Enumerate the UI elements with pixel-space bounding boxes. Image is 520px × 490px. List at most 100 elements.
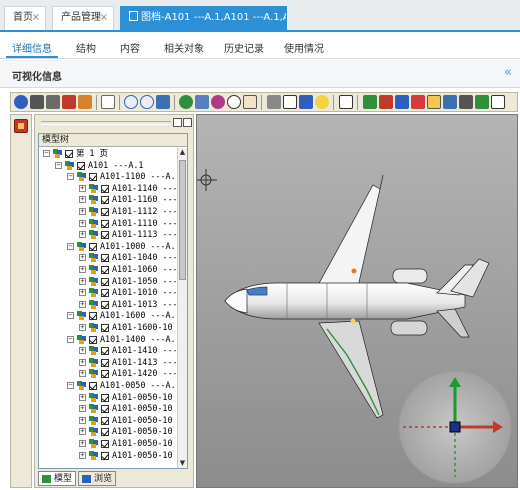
- visibility-checkbox[interactable]: [101, 405, 109, 414]
- measure-icon[interactable]: [267, 95, 281, 109]
- tab-product-management[interactable]: 产品管理 ×: [52, 6, 114, 30]
- rotate-icon[interactable]: [227, 95, 241, 109]
- properties-icon[interactable]: [78, 95, 92, 109]
- fit-icon[interactable]: [156, 95, 170, 109]
- visibility-checkbox[interactable]: [101, 196, 109, 205]
- tab-model[interactable]: 模型: [38, 471, 76, 486]
- visibility-checkbox[interactable]: [101, 440, 109, 448]
- subtab-usage[interactable]: 使用情况: [284, 40, 324, 55]
- visibility-checkbox[interactable]: [65, 150, 73, 158]
- visibility-checkbox[interactable]: [89, 173, 97, 182]
- subtab-structure[interactable]: 结构: [76, 40, 96, 55]
- collapse-node-icon[interactable]: −: [67, 173, 74, 181]
- visibility-checkbox[interactable]: [101, 428, 109, 437]
- visibility-checkbox[interactable]: [101, 347, 109, 356]
- close-icon[interactable]: ×: [100, 7, 108, 29]
- expand-node-icon[interactable]: +: [79, 231, 86, 239]
- print-icon[interactable]: [46, 95, 60, 109]
- visibility-checkbox[interactable]: [101, 231, 109, 240]
- visibility-checkbox[interactable]: [101, 300, 109, 309]
- expand-node-icon[interactable]: +: [79, 184, 86, 192]
- visibility-checkbox[interactable]: [89, 335, 97, 344]
- scroll-down-icon[interactable]: ▼: [179, 459, 186, 468]
- render-mode-icon[interactable]: [299, 95, 313, 109]
- subtab-content[interactable]: 内容: [120, 40, 140, 55]
- panel-grip[interactable]: [41, 121, 171, 125]
- visibility-checkbox[interactable]: [101, 289, 109, 298]
- transform-icon[interactable]: [395, 95, 409, 109]
- select-arrow-icon[interactable]: [101, 95, 115, 109]
- visibility-checkbox[interactable]: [101, 370, 109, 379]
- zoom-window-icon[interactable]: [179, 95, 193, 109]
- expand-node-icon[interactable]: +: [79, 196, 86, 204]
- expand-node-icon[interactable]: +: [79, 289, 86, 297]
- visibility-checkbox[interactable]: [101, 324, 109, 332]
- visibility-checkbox[interactable]: [101, 184, 109, 193]
- expand-node-icon[interactable]: +: [79, 300, 86, 308]
- visibility-checkbox[interactable]: [101, 266, 109, 274]
- light-bulb-icon[interactable]: [315, 95, 329, 109]
- visibility-checkbox[interactable]: [101, 277, 109, 286]
- save-icon[interactable]: [30, 95, 44, 109]
- visibility-checkbox[interactable]: [101, 416, 109, 425]
- collapse-node-icon[interactable]: −: [43, 150, 50, 157]
- visibility-checkbox[interactable]: [101, 393, 109, 402]
- expand-node-icon[interactable]: +: [79, 416, 86, 424]
- close-icon[interactable]: ×: [32, 7, 40, 29]
- expand-node-icon[interactable]: +: [79, 347, 86, 355]
- visibility-checkbox[interactable]: [101, 254, 109, 263]
- zoom-out-icon[interactable]: [140, 95, 154, 109]
- pan-hand-icon[interactable]: [243, 95, 257, 109]
- subtab-details[interactable]: 详细信息: [12, 40, 52, 55]
- visibility-checkbox[interactable]: [89, 382, 97, 390]
- visibility-checkbox[interactable]: [77, 161, 85, 170]
- expand-node-icon[interactable]: +: [79, 440, 86, 447]
- expand-node-icon[interactable]: +: [79, 277, 86, 285]
- scroll-thumb[interactable]: [179, 160, 186, 280]
- collapse-node-icon[interactable]: −: [55, 161, 62, 169]
- expand-node-icon[interactable]: +: [79, 254, 86, 262]
- axis-gizmo[interactable]: [398, 370, 512, 484]
- 3d-viewport[interactable]: [196, 114, 518, 488]
- expand-node-icon[interactable]: +: [79, 208, 86, 215]
- tab-document-a101[interactable]: 图档-A101 ---A.1,A101 ---A.1,A.1: [120, 6, 287, 30]
- collapse-icon[interactable]: «: [504, 65, 512, 80]
- color-icon[interactable]: [411, 95, 425, 109]
- collapse-node-icon[interactable]: −: [67, 242, 74, 250]
- tree-scrollbar[interactable]: ▲ ▼: [177, 148, 187, 468]
- view-panel-icon[interactable]: [339, 95, 353, 109]
- reset-view-icon[interactable]: [491, 95, 505, 109]
- panel-close-icon[interactable]: [183, 118, 192, 127]
- align-icon[interactable]: [459, 95, 473, 109]
- visibility-checkbox[interactable]: [101, 451, 109, 460]
- zoom-in-icon[interactable]: [124, 95, 138, 109]
- visibility-checkbox[interactable]: [89, 312, 97, 321]
- collapse-node-icon[interactable]: −: [67, 335, 74, 343]
- collapse-node-icon[interactable]: −: [67, 312, 74, 320]
- model-tree-toggle-icon[interactable]: [14, 119, 28, 133]
- expand-node-icon[interactable]: +: [79, 324, 86, 331]
- tab-home[interactable]: 首页 ×: [4, 6, 46, 30]
- info-icon[interactable]: [14, 95, 28, 109]
- spin-icon[interactable]: [211, 95, 225, 109]
- animation-icon[interactable]: [443, 95, 457, 109]
- tab-browse[interactable]: 浏览: [78, 471, 116, 486]
- scroll-up-icon[interactable]: ▲: [179, 148, 186, 157]
- expand-node-icon[interactable]: +: [79, 428, 86, 436]
- section-cut-icon[interactable]: [379, 95, 393, 109]
- explode-icon[interactable]: [363, 95, 377, 109]
- bom-icon[interactable]: [427, 95, 441, 109]
- visibility-checkbox[interactable]: [89, 242, 97, 251]
- expand-node-icon[interactable]: +: [79, 266, 86, 273]
- axis-icon[interactable]: [475, 95, 489, 109]
- collapse-node-icon[interactable]: −: [67, 382, 74, 389]
- expand-node-icon[interactable]: +: [79, 405, 86, 413]
- grid-icon[interactable]: [283, 95, 297, 109]
- visibility-checkbox[interactable]: [101, 358, 109, 367]
- expand-node-icon[interactable]: +: [79, 370, 86, 378]
- panel-restore-icon[interactable]: [173, 118, 182, 127]
- zoom-area-icon[interactable]: [195, 95, 209, 109]
- expand-node-icon[interactable]: +: [79, 358, 86, 366]
- expand-node-icon[interactable]: +: [79, 393, 86, 401]
- markup-pen-icon[interactable]: [62, 95, 76, 109]
